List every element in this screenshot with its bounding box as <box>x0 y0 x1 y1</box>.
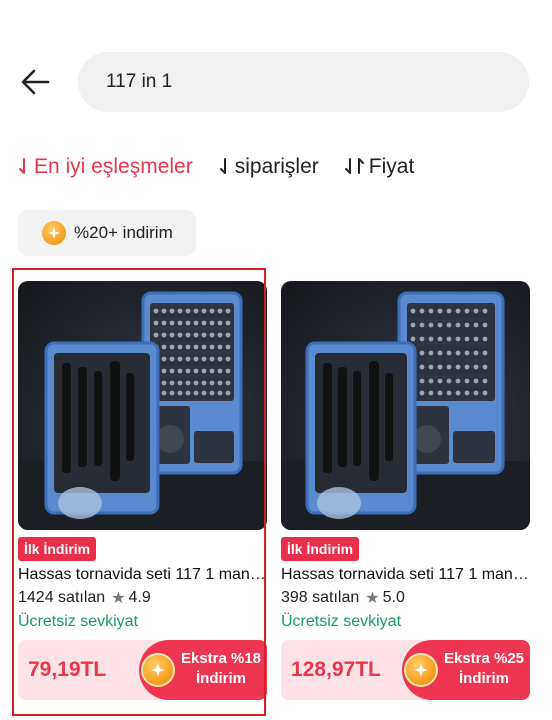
sort-up-down-icon <box>344 158 364 174</box>
price-value: 79,19TL <box>28 658 107 681</box>
search-input[interactable] <box>106 71 486 93</box>
price-value: 128,97TL <box>291 658 381 681</box>
product-title[interactable]: Hassas tornavida seti 117 1 manyetik <box>281 566 530 584</box>
rating-value: 5.0 <box>382 589 405 606</box>
extra-discount-line1: Ekstra %18 <box>180 650 262 667</box>
back-arrow-icon[interactable] <box>18 64 54 100</box>
extra-discount-text: Ekstra %25 İndirim <box>440 649 528 689</box>
discount-filter-chip[interactable]: %20+ indirim <box>18 210 196 256</box>
coin-icon <box>404 653 438 687</box>
price-bar[interactable]: 79,19TL Ekstra %18 İndirim <box>18 640 267 700</box>
product-meta: 398 satılan ★ 5.0 <box>281 588 530 608</box>
extra-discount-line1: Ekstra %25 <box>443 650 525 667</box>
sort-best-match-label: En iyi eşleşmeler <box>34 155 193 178</box>
first-discount-badge: İlk İndirim <box>18 537 97 561</box>
product-meta: 1424 satılan ★ 4.9 <box>18 588 267 608</box>
rating-value: 4.9 <box>128 589 151 606</box>
free-shipping-label: Ücretsiz sevkiyat <box>18 613 139 630</box>
product-title[interactable]: Hassas tornavida seti 117 1 manyetik <box>18 566 267 584</box>
sold-count: 1424 satılan <box>18 589 106 606</box>
discount-filter-label: %20+ indirim <box>74 223 173 242</box>
coin-icon <box>141 653 175 687</box>
price-bar[interactable]: 128,97TL Ekstra %25 İndirim <box>281 640 530 700</box>
extra-discount-tag[interactable]: Ekstra %25 İndirim <box>402 640 530 700</box>
coin-icon <box>42 221 66 245</box>
extra-discount-text: Ekstra %18 İndirim <box>177 649 265 689</box>
first-discount-badge: İlk İndirim <box>281 537 360 561</box>
extra-discount-line2: İndirim <box>195 670 246 687</box>
extra-discount-tag[interactable]: Ekstra %18 İndirim <box>139 640 267 700</box>
star-icon: ★ <box>365 590 380 607</box>
free-shipping-label: Ücretsiz sevkiyat <box>281 613 402 630</box>
sort-orders[interactable]: siparişler <box>219 155 319 179</box>
top-bar <box>0 52 552 112</box>
extra-discount-line2: İndirim <box>458 670 509 687</box>
sold-count: 398 satılan <box>281 589 360 606</box>
product-card[interactable]: İlk İndirim Hassas tornavida seti 117 1 … <box>18 281 267 700</box>
sort-price[interactable]: Fiyat <box>344 155 415 179</box>
sort-best-match[interactable]: En iyi eşleşmeler <box>18 155 193 179</box>
product-image[interactable] <box>281 281 530 530</box>
product-card[interactable]: İlk İndirim Hassas tornavida seti 117 1 … <box>281 281 530 700</box>
sort-down-icon <box>219 158 226 174</box>
sort-orders-label: siparişler <box>234 155 319 178</box>
star-icon: ★ <box>111 590 126 607</box>
sort-bar: En iyi eşleşmeler siparişler Fiyat <box>18 150 440 184</box>
product-image[interactable] <box>18 281 267 530</box>
sort-down-icon <box>19 158 25 174</box>
sort-price-label: Fiyat <box>368 155 415 178</box>
search-field[interactable] <box>78 52 529 112</box>
